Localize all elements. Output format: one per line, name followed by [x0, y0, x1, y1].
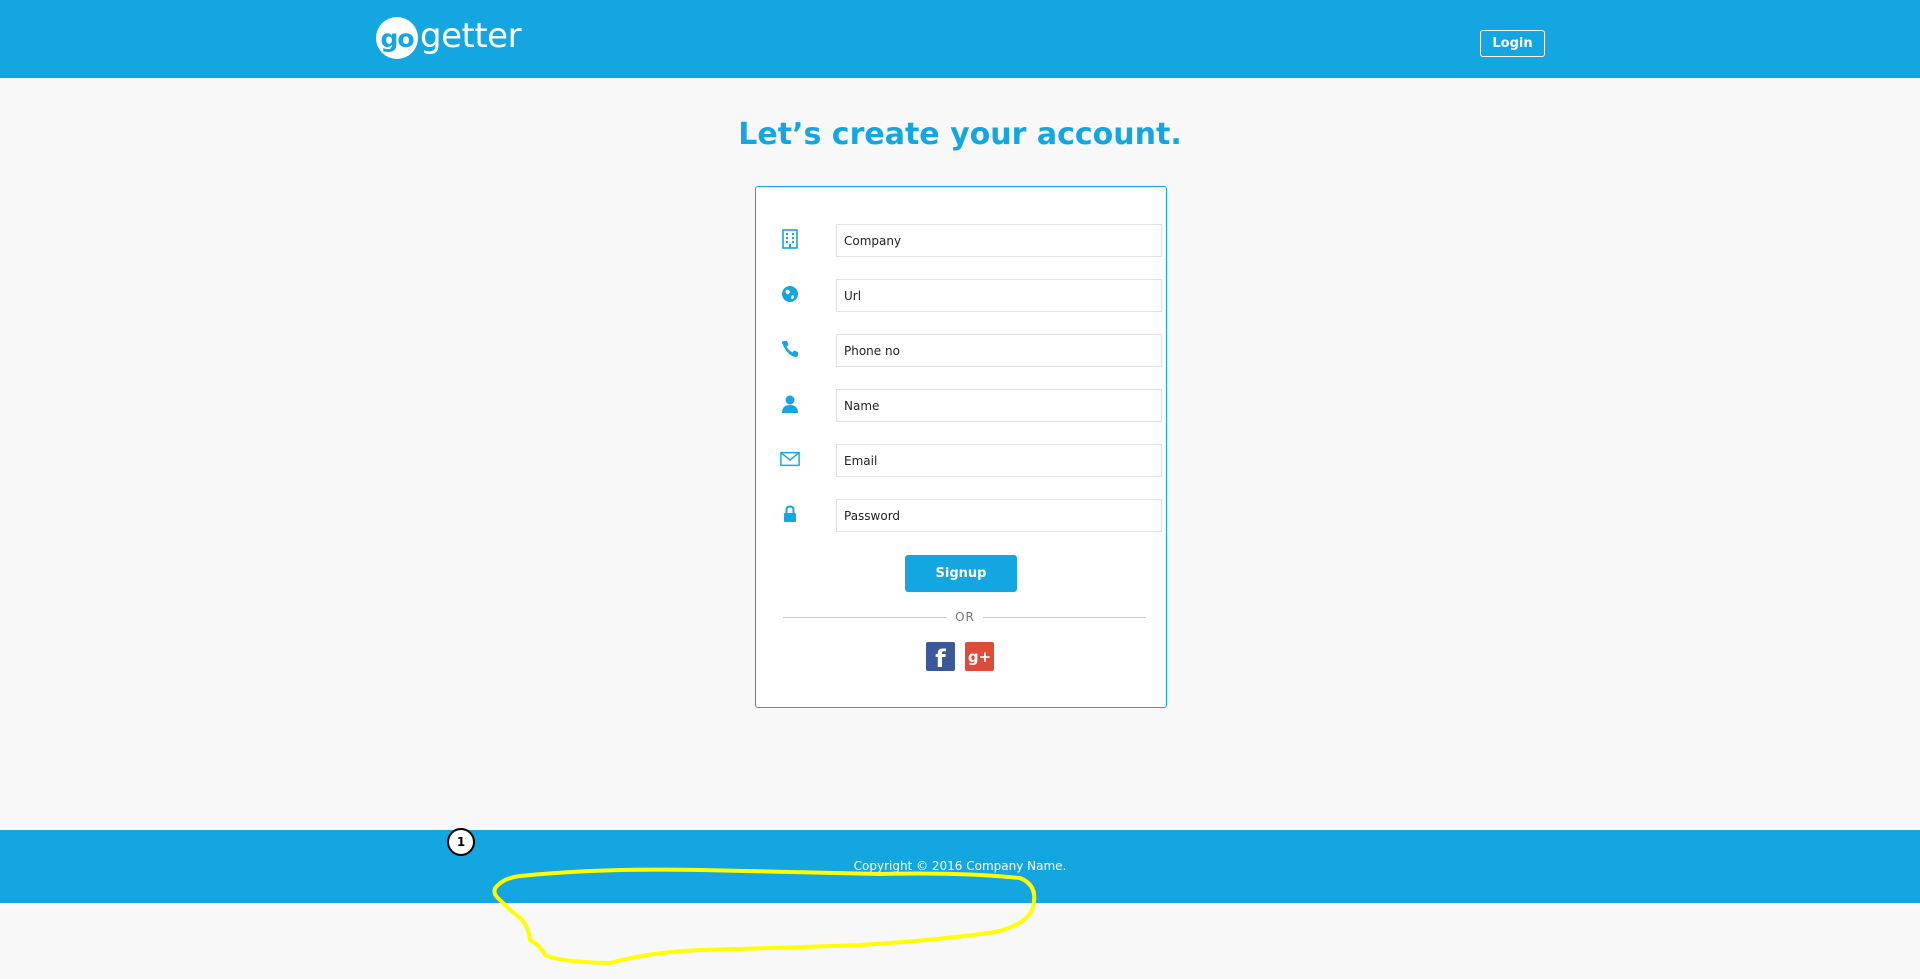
phone-icon: [780, 338, 800, 360]
logo-mark: go: [376, 17, 418, 59]
annotation-marker: 1: [447, 828, 475, 856]
top-navbar: go getter Login: [0, 0, 1920, 78]
footer: Copyright © 2016 Company Name.: [0, 830, 1920, 903]
google-plus-login-button[interactable]: g+: [965, 642, 994, 671]
phone-field-row: [780, 334, 1162, 368]
phone-input[interactable]: [836, 334, 1162, 367]
divider-right: [983, 617, 1146, 618]
page-title: Let’s create your account.: [738, 117, 1182, 152]
signup-button[interactable]: Signup: [905, 555, 1017, 592]
google-plus-icon: g+: [967, 647, 992, 666]
company-field-row: [780, 224, 1162, 258]
divider-left: [783, 617, 947, 618]
company-input[interactable]: [836, 224, 1162, 257]
password-input[interactable]: [836, 499, 1162, 532]
signup-form-card: Signup OR f g+: [755, 186, 1167, 708]
name-input[interactable]: [836, 389, 1162, 422]
globe-icon: [780, 283, 800, 305]
lock-icon: [780, 503, 800, 525]
building-icon: [780, 228, 800, 250]
copyright-text: Copyright © 2016 Company Name.: [853, 859, 1067, 873]
password-field-row: [780, 499, 1162, 533]
url-field-row: [780, 279, 1162, 313]
name-field-row: [780, 389, 1162, 423]
facebook-login-button[interactable]: f: [926, 642, 955, 673]
email-input[interactable]: [836, 444, 1162, 477]
logo-text: getter: [420, 16, 522, 56]
login-button[interactable]: Login: [1480, 30, 1545, 57]
gogetter-logo[interactable]: go getter: [376, 16, 522, 60]
or-divider-text: OR: [955, 610, 975, 624]
facebook-icon: f: [935, 644, 946, 673]
envelope-icon: [780, 448, 800, 470]
user-icon: [780, 393, 800, 415]
url-input[interactable]: [836, 279, 1162, 312]
email-field-row: [780, 444, 1162, 478]
